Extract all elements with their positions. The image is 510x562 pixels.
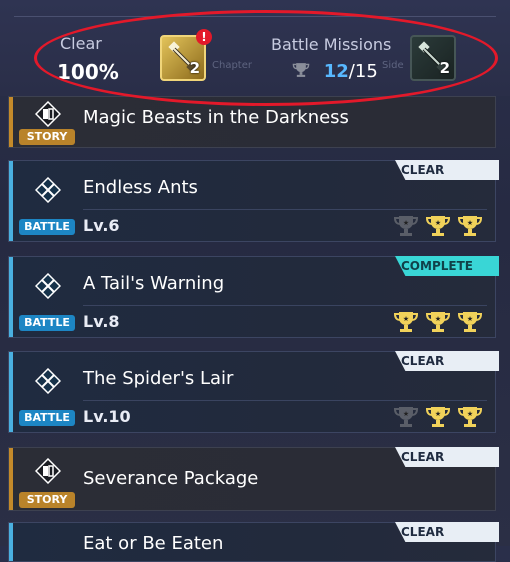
- ghost-chapter-text: Chapter: [212, 60, 252, 71]
- battle-missions-reward-item[interactable]: 2: [410, 35, 456, 81]
- stage-type-label: BATTLE: [19, 219, 75, 235]
- status-badge: CLEAR: [395, 522, 499, 542]
- battle-reward-count: 2: [439, 59, 450, 77]
- alert-badge: !: [196, 29, 212, 45]
- card-divider: [83, 305, 487, 306]
- stage-level: Lv.6: [83, 216, 120, 235]
- card-divider: [83, 400, 487, 401]
- svg-text:★: ★: [467, 219, 473, 227]
- gold-trophy-icon: ★: [457, 216, 483, 236]
- svg-text:★: ★: [435, 315, 441, 323]
- card-accent-bar: [9, 257, 13, 337]
- stage-card[interactable]: Eat or Be Eaten CLEAR: [8, 522, 499, 562]
- stage-title: Severance Package: [83, 468, 259, 489]
- stage-card[interactable]: BATTLE The Spider's Lair Lv.10 CLEAR ★ ★ ★: [8, 351, 499, 433]
- grey-trophy-icon: ★: [393, 407, 419, 427]
- svg-text:★: ★: [403, 219, 409, 227]
- battle-missions-total: 15: [354, 61, 378, 82]
- gold-trophy-icon: ★: [457, 407, 483, 427]
- crossed-swords-icon: [35, 177, 61, 203]
- stage-title: The Spider's Lair: [83, 368, 234, 389]
- stage-title: Eat or Be Eaten: [83, 533, 224, 554]
- stage-type-story: STORY: [19, 101, 75, 145]
- ghost-side-text: Side: [382, 60, 404, 71]
- stage-title: Magic Beasts in the Darkness: [83, 107, 349, 128]
- gold-trophy-icon: ★: [457, 312, 483, 332]
- stage-type-label: BATTLE: [19, 410, 75, 426]
- card-accent-bar: [9, 161, 13, 241]
- crossed-swords-icon: [35, 273, 61, 299]
- header-divider: [14, 0, 496, 17]
- stage-type-label: BATTLE: [19, 315, 75, 331]
- clear-reward-count: 2: [189, 59, 200, 77]
- status-badge: COMPLETE: [395, 256, 499, 276]
- crossed-swords-icon: [35, 368, 61, 394]
- book-icon: [35, 458, 61, 484]
- battle-missions-label: Battle Missions: [271, 35, 392, 54]
- card-divider: [83, 209, 487, 210]
- clear-percentage: 100%: [57, 60, 119, 84]
- svg-text:★: ★: [403, 410, 409, 418]
- mission-trophies: ★ ★ ★: [393, 309, 483, 335]
- chapter-summary-header: Clear 100% 2 ! Chapter Battle Missions 1…: [0, 0, 510, 96]
- stage-type-battle: BATTLE: [19, 175, 75, 235]
- stage-card[interactable]: BATTLE Endless Ants Lv.6 CLEAR ★ ★ ★: [8, 160, 499, 242]
- clear-label: Clear: [60, 34, 102, 53]
- stage-card[interactable]: STORY Severance Package CLEAR: [8, 447, 499, 511]
- gold-trophy-icon: ★: [425, 312, 451, 332]
- stage-type-story: STORY: [19, 452, 75, 508]
- svg-text:★: ★: [403, 315, 409, 323]
- svg-text:★: ★: [435, 219, 441, 227]
- stage-level: Lv.8: [83, 312, 120, 331]
- stage-type-battle: BATTLE: [19, 271, 75, 331]
- gold-trophy-icon: ★: [393, 312, 419, 332]
- stage-card[interactable]: BATTLE A Tail's Warning Lv.8 COMPLETE ★ ★…: [8, 256, 499, 338]
- stage-card[interactable]: STORY Magic Beasts in the Darkness: [8, 96, 496, 148]
- svg-text:★: ★: [467, 410, 473, 418]
- battle-missions-progress: 12/15: [292, 61, 378, 82]
- gold-trophy-icon: ★: [425, 216, 451, 236]
- gold-trophy-icon: ★: [425, 407, 451, 427]
- card-accent-bar: [9, 523, 13, 561]
- stage-type-label: STORY: [19, 492, 75, 508]
- stage-type-battle: BATTLE: [19, 366, 75, 426]
- card-accent-bar: [9, 352, 13, 432]
- stage-level: Lv.10: [83, 407, 131, 426]
- book-icon: [35, 101, 61, 127]
- mission-trophies: ★ ★ ★: [393, 213, 483, 239]
- stage-type-label: STORY: [19, 129, 75, 145]
- clear-reward-item[interactable]: 2 !: [160, 29, 212, 81]
- status-badge: CLEAR: [395, 447, 499, 467]
- svg-text:★: ★: [435, 410, 441, 418]
- trophy-icon: [292, 63, 310, 77]
- mission-trophies: ★ ★ ★: [393, 404, 483, 430]
- stage-title: A Tail's Warning: [83, 273, 225, 294]
- card-accent-bar: [9, 448, 13, 510]
- status-badge: CLEAR: [395, 160, 499, 180]
- status-badge: CLEAR: [395, 351, 499, 371]
- card-accent-bar: [9, 97, 13, 147]
- battle-missions-current: 12: [323, 61, 349, 82]
- grey-trophy-icon: ★: [393, 216, 419, 236]
- stage-title: Endless Ants: [83, 177, 198, 198]
- svg-text:★: ★: [467, 315, 473, 323]
